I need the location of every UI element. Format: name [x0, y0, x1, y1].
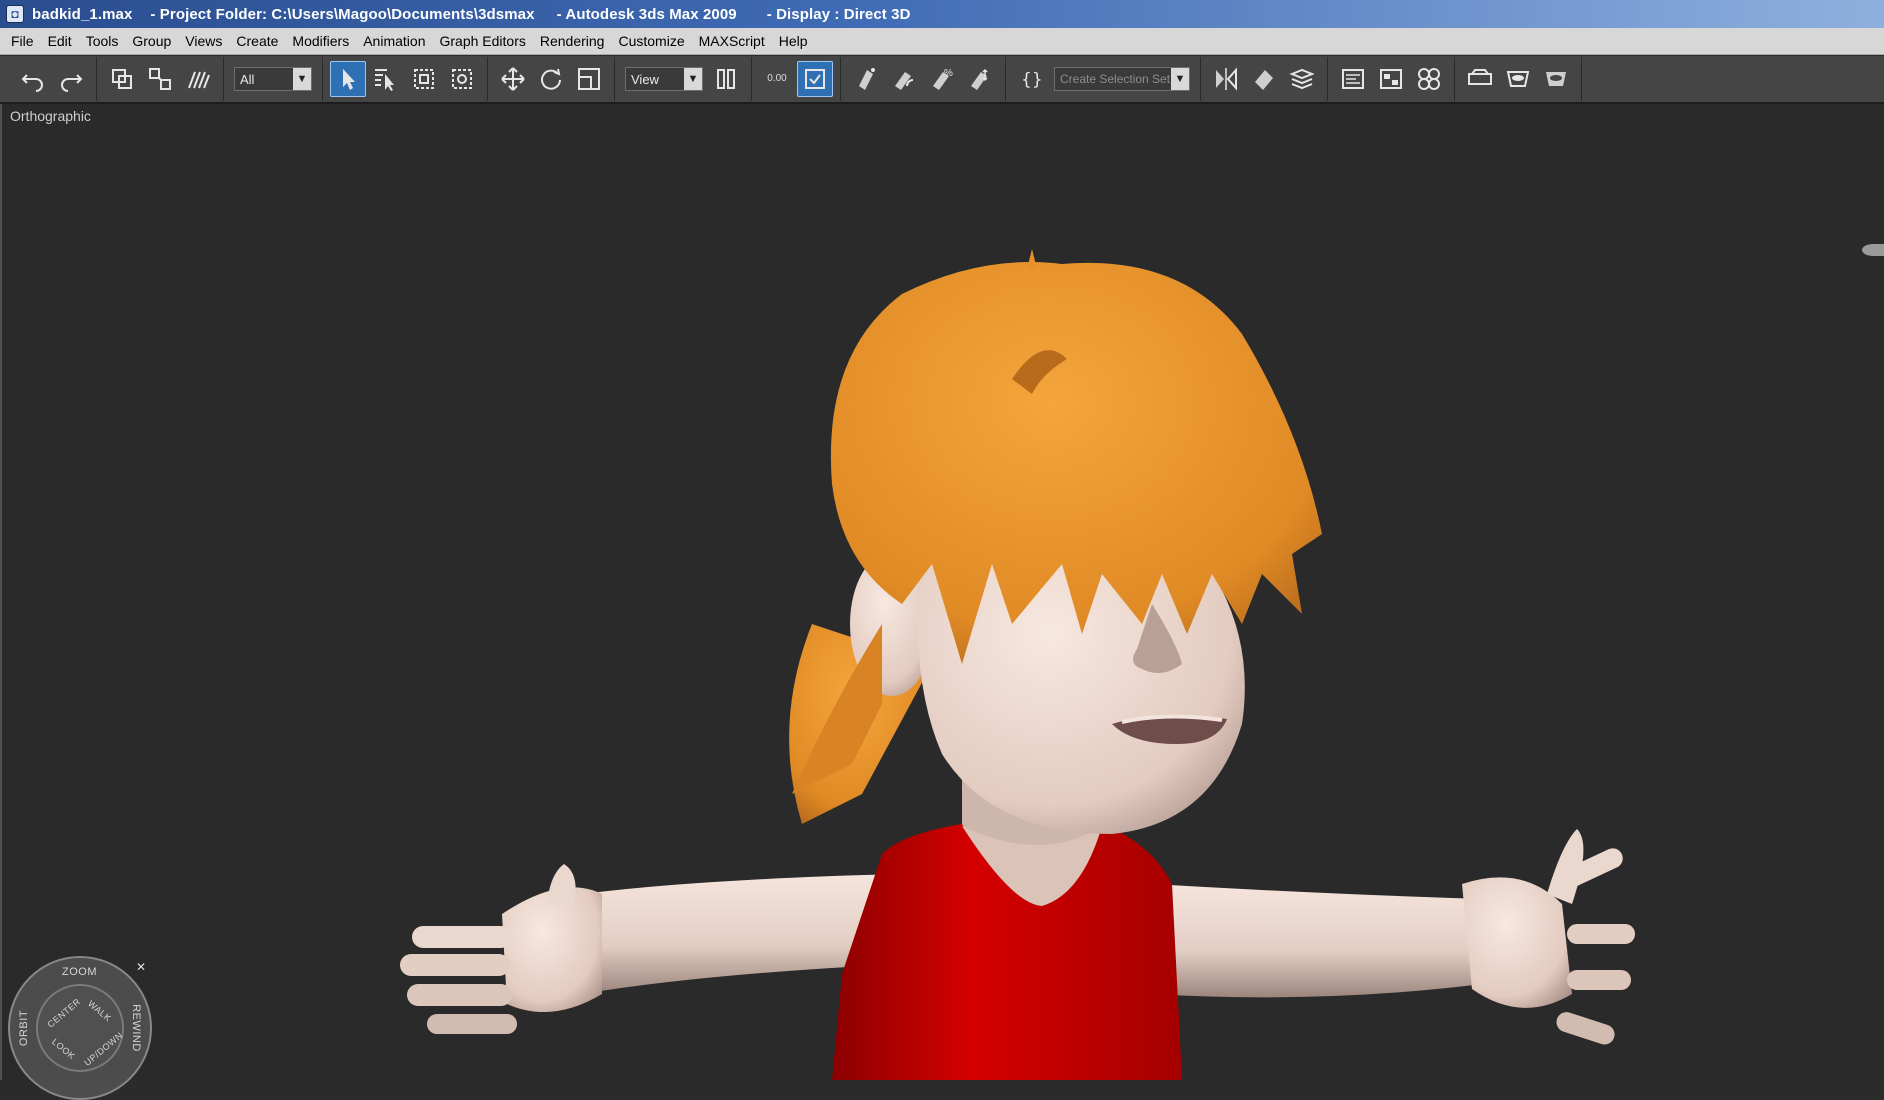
percent-snap-icon[interactable]: % [924, 61, 960, 97]
title-display: - Display : Direct 3D [766, 5, 911, 23]
menu-tools[interactable]: Tools [79, 33, 126, 49]
render-production-icon[interactable] [1538, 61, 1574, 97]
select-by-name-icon[interactable] [368, 61, 404, 97]
pivot-center-icon[interactable] [708, 61, 744, 97]
chevron-down-icon: ▼ [684, 68, 702, 90]
menu-graph-editors[interactable]: Graph Editors [432, 33, 532, 49]
redo-icon[interactable] [53, 61, 89, 97]
left-hand [400, 864, 602, 1034]
wheel-zoom[interactable]: ZOOM [62, 966, 97, 978]
angle-snap-icon[interactable] [886, 61, 922, 97]
selection-filter-dropdown[interactable]: All ▼ [234, 67, 312, 91]
snap-group: 0.00 [752, 57, 841, 101]
steering-wheel[interactable]: ✕ ZOOM ORBIT REWIND CENTER WALK LOOK UP/… [8, 956, 152, 1100]
menu-file[interactable]: File [4, 33, 41, 49]
perspective-viewport[interactable]: Orthographic ✕ ZOOM ORBIT REWIND CENTER … [0, 104, 1884, 1100]
snaps-group: % [841, 57, 1006, 101]
undo-icon[interactable] [15, 61, 51, 97]
app-icon[interactable]: ◘ [6, 5, 24, 23]
viewcube-marker[interactable] [1862, 244, 1884, 256]
menu-help[interactable]: Help [772, 33, 815, 49]
layer-manager-icon[interactable] [1284, 61, 1320, 97]
snap-toggle-icon[interactable] [848, 61, 884, 97]
viewport-label[interactable]: Orthographic [10, 108, 91, 124]
menu-customize[interactable]: Customize [611, 33, 691, 49]
reference-coord-dropdown[interactable]: View ▼ [625, 67, 703, 91]
select-group [323, 57, 488, 101]
title-project: - Project Folder: C:\Users\Magoo\Documen… [150, 5, 535, 23]
window-crossing-icon[interactable] [444, 61, 480, 97]
right-hand [1462, 829, 1635, 1045]
rotate-icon[interactable] [533, 61, 569, 97]
close-icon[interactable]: ✕ [134, 960, 148, 974]
reference-coord-value: View [631, 71, 659, 87]
render-setup-icon[interactable] [1462, 61, 1498, 97]
main-toolbar: All ▼ View ▼ 0.00 % {} Create Selection … [0, 56, 1884, 104]
right-arm [1152, 884, 1482, 998]
menu-modifiers[interactable]: Modifiers [285, 33, 356, 49]
render-group [1455, 57, 1582, 101]
coord-group: View ▼ [615, 57, 752, 101]
chevron-down-icon: ▼ [293, 68, 311, 90]
named-selection-placeholder: Create Selection Set [1060, 72, 1171, 86]
named-selection-group: {} Create Selection Set ▼ [1006, 57, 1201, 101]
align-icon[interactable] [1246, 61, 1282, 97]
wheel-inner-ring: CENTER WALK LOOK UP/DOWN [36, 984, 125, 1072]
wheel-rewind[interactable]: REWIND [130, 1004, 142, 1052]
filter-group: All ▼ [224, 57, 323, 101]
unlink-selection-icon[interactable] [142, 61, 178, 97]
svg-text:{}: {} [1021, 70, 1043, 90]
selection-filter-value: All [240, 71, 255, 87]
character-model[interactable] [2, 104, 1884, 1080]
wheel-walk[interactable]: WALK [86, 998, 113, 1023]
menu-maxscript[interactable]: MAXScript [692, 33, 772, 49]
named-selection-dropdown[interactable]: Create Selection Set ▼ [1054, 67, 1190, 91]
manipulate-spinner-icon[interactable]: 0.00 [759, 61, 795, 97]
wheel-look[interactable]: LOOK [50, 1036, 77, 1061]
chevron-down-icon: ▼ [1171, 68, 1189, 90]
edit-named-selection-icon[interactable]: {} [1013, 61, 1049, 97]
rectangular-selection-icon[interactable] [406, 61, 442, 97]
rendered-frame-window-icon[interactable] [1500, 61, 1536, 97]
menu-rendering[interactable]: Rendering [533, 33, 612, 49]
spinner-value: 0.00 [767, 73, 787, 84]
bind-to-space-warp-icon[interactable] [180, 61, 216, 97]
mirror-group [1201, 57, 1328, 101]
move-icon[interactable] [495, 61, 531, 97]
schematic-view-icon[interactable] [1373, 61, 1409, 97]
menu-animation[interactable]: Animation [356, 33, 432, 49]
wheel-center[interactable]: CENTER [45, 996, 82, 1029]
title-app: - Autodesk 3ds Max 2009 [556, 5, 737, 23]
menu-views[interactable]: Views [178, 33, 229, 49]
keyboard-shortcut-override-icon[interactable] [797, 61, 833, 97]
mirror-icon[interactable] [1208, 61, 1244, 97]
link-group [97, 57, 224, 101]
undo-group [8, 57, 97, 101]
title-file: badkid_1.max [32, 5, 133, 23]
select-object-icon[interactable] [330, 61, 366, 97]
select-and-link-icon[interactable] [104, 61, 140, 97]
title-bar: ◘ badkid_1.max - Project Folder: C:\User… [0, 0, 1884, 28]
editors-group [1328, 57, 1455, 101]
menu-create[interactable]: Create [229, 33, 285, 49]
material-editor-icon[interactable] [1411, 61, 1447, 97]
transform-group [488, 57, 615, 101]
menu-group[interactable]: Group [125, 33, 178, 49]
svg-text:%: % [944, 68, 953, 79]
wheel-orbit[interactable]: ORBIT [18, 1010, 30, 1046]
spinner-snap-icon[interactable] [962, 61, 998, 97]
curve-editor-icon[interactable] [1335, 61, 1371, 97]
scale-icon[interactable] [571, 61, 607, 97]
wheel-updown[interactable]: UP/DOWN [82, 1030, 124, 1068]
menu-bar: File Edit Tools Group Views Create Modif… [0, 28, 1884, 55]
menu-edit[interactable]: Edit [41, 33, 79, 49]
